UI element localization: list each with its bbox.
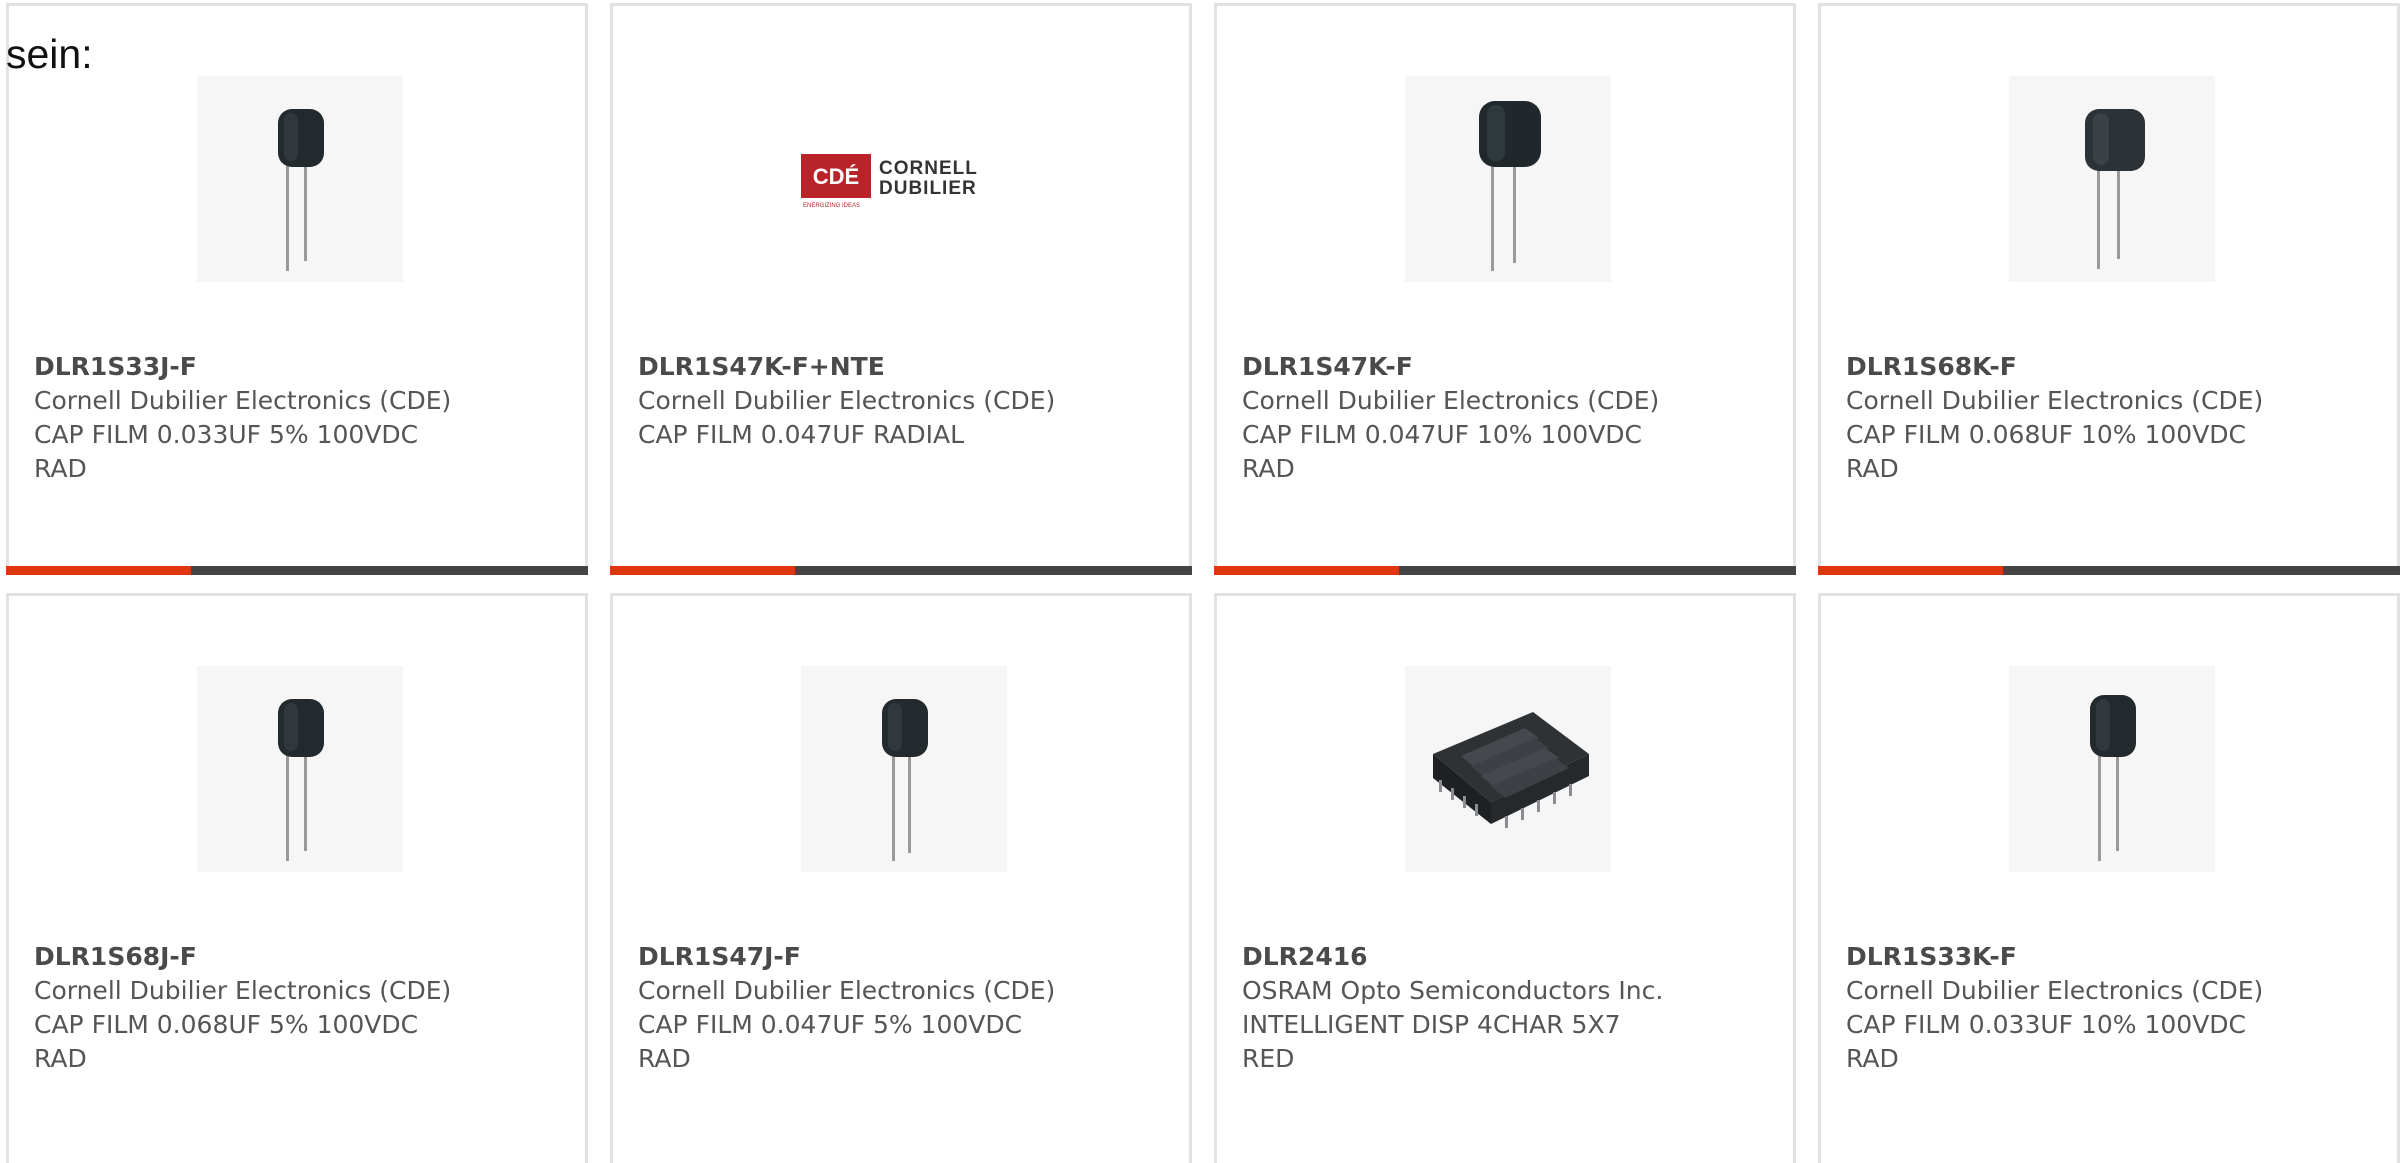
product-card[interactable]: DLR1S33K-F Cornell Dubilier Electronics …: [1818, 593, 2400, 1163]
part-number[interactable]: DLR2416: [1242, 940, 1783, 974]
film-capacitor-icon: [1479, 101, 1541, 271]
product-card[interactable]: DLR1S47K-F Cornell Dubilier Electronics …: [1214, 3, 1796, 575]
led-display-module-icon: [1433, 712, 1589, 828]
product-card[interactable]: DLR1S33J-F Cornell Dubilier Electronics …: [6, 3, 588, 575]
card-accent: [1214, 566, 1399, 575]
product-image: [197, 666, 403, 872]
card-bottom-bar: [6, 566, 588, 575]
logo-tagline: ENERGIZING IDEAS: [803, 203, 860, 209]
manufacturer: Cornell Dubilier Electronics (CDE): [34, 386, 452, 415]
card-bottom-bar: [1818, 566, 2400, 575]
product-description: CAP FILM 0.047UF 5% 100VDC RAD: [638, 1010, 1023, 1073]
card-accent: [610, 566, 795, 575]
manufacturer: OSRAM Opto Semiconductors Inc.: [1242, 976, 1664, 1005]
product-image: [1405, 666, 1611, 872]
product-image: [2009, 76, 2215, 282]
logo-badge-text: CDÉ: [813, 164, 859, 189]
product-description: INTELLIGENT DISP 4CHAR 5X7 RED: [1242, 1010, 1621, 1073]
product-image: CDÉ CORNELL DUBILIER ENERGIZING IDEAS: [801, 76, 1007, 282]
film-capacitor-icon: [278, 699, 324, 861]
card-accent: [1818, 566, 2003, 575]
manufacturer: Cornell Dubilier Electronics (CDE): [638, 976, 1056, 1005]
part-number[interactable]: DLR1S47K-F+NTE: [638, 350, 1179, 384]
manufacturer: Cornell Dubilier Electronics (CDE): [34, 976, 452, 1005]
section-heading: sein:: [6, 31, 93, 77]
product-description: CAP FILM 0.068UF 10% 100VDC RAD: [1846, 420, 2247, 483]
part-number[interactable]: DLR1S33J-F: [34, 350, 575, 384]
manufacturer: Cornell Dubilier Electronics (CDE): [638, 386, 1056, 415]
part-number[interactable]: DLR1S68K-F: [1846, 350, 2387, 384]
manufacturer: Cornell Dubilier Electronics (CDE): [1242, 386, 1660, 415]
logo-line1: CORNELL: [879, 158, 978, 179]
product-card[interactable]: DLR1S68J-F Cornell Dubilier Electronics …: [6, 593, 588, 1163]
card-bottom-bar: [610, 566, 1192, 575]
product-image: [801, 666, 1007, 872]
product-card[interactable]: DLR1S68K-F Cornell Dubilier Electronics …: [1818, 3, 2400, 575]
product-description: CAP FILM 0.047UF 10% 100VDC RAD: [1242, 420, 1643, 483]
part-number[interactable]: DLR1S47K-F: [1242, 350, 1783, 384]
product-description: CAP FILM 0.068UF 5% 100VDC RAD: [34, 1010, 419, 1073]
part-number[interactable]: DLR1S47J-F: [638, 940, 1179, 974]
film-capacitor-icon: [2085, 109, 2145, 269]
cornell-dubilier-logo: CDÉ CORNELL DUBILIER ENERGIZING IDEAS: [801, 154, 978, 209]
product-card[interactable]: DLR2416 OSRAM Opto Semiconductors Inc. I…: [1214, 593, 1796, 1163]
product-image: [197, 76, 403, 282]
card-accent: [6, 566, 191, 575]
film-capacitor-icon: [882, 699, 928, 861]
product-card[interactable]: DLR1S47J-F Cornell Dubilier Electronics …: [610, 593, 1192, 1163]
card-bottom-bar: [1214, 566, 1796, 575]
film-capacitor-icon: [2090, 695, 2136, 861]
product-image: [1405, 76, 1611, 282]
product-card[interactable]: CDÉ CORNELL DUBILIER ENERGIZING IDEAS DL…: [610, 3, 1192, 575]
logo-line2: DUBILIER: [879, 178, 977, 199]
part-number[interactable]: DLR1S33K-F: [1846, 940, 2387, 974]
product-description: CAP FILM 0.033UF 10% 100VDC RAD: [1846, 1010, 2247, 1073]
manufacturer: Cornell Dubilier Electronics (CDE): [1846, 976, 2264, 1005]
film-capacitor-icon: [278, 109, 324, 271]
product-image: [2009, 666, 2215, 872]
product-description: CAP FILM 0.033UF 5% 100VDC RAD: [34, 420, 419, 483]
product-description: CAP FILM 0.047UF RADIAL: [638, 420, 965, 449]
manufacturer: Cornell Dubilier Electronics (CDE): [1846, 386, 2264, 415]
part-number[interactable]: DLR1S68J-F: [34, 940, 575, 974]
